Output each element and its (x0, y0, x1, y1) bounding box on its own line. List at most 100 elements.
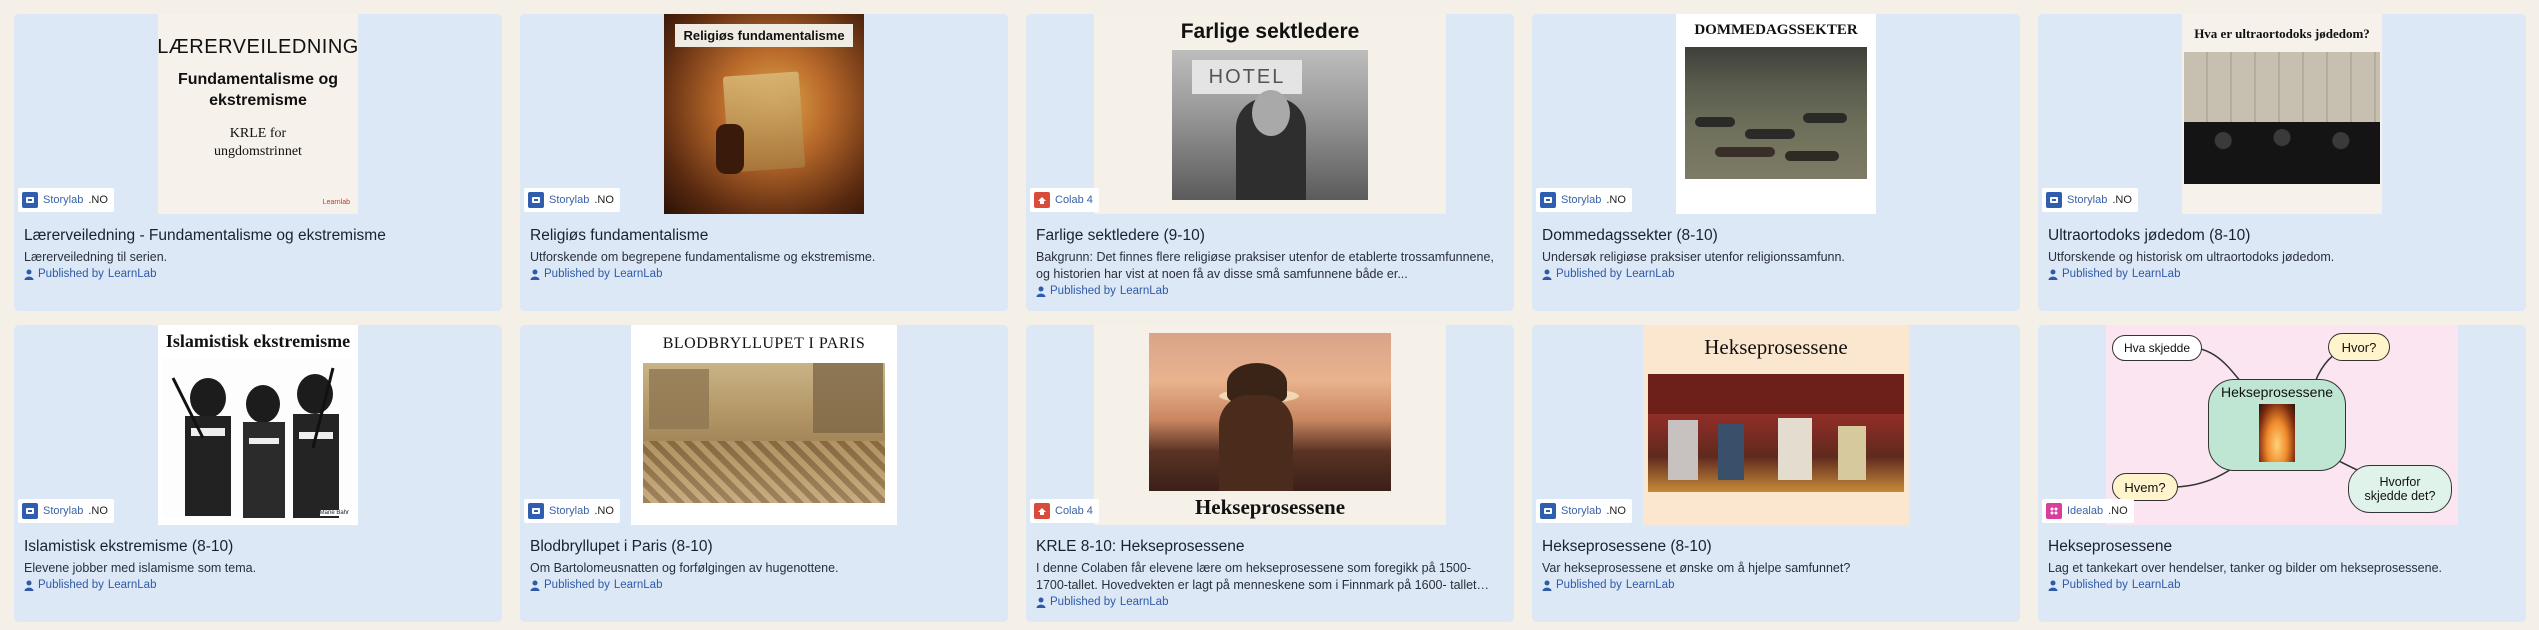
lab-lang: .NO (2108, 505, 2128, 517)
thumbnail-image: DOMMEDAGSSEKTER (1676, 14, 1876, 214)
lab-name: Storylab (1561, 194, 1602, 206)
card-thumbnail[interactable]: LÆRERVEILEDNING Fundamentalisme og ekstr… (14, 14, 502, 214)
published-prefix: Published by (1556, 579, 1622, 591)
card-description: Utforskende og historisk om ultraortodok… (2048, 250, 2335, 264)
publisher-name[interactable]: LearnLab (1626, 579, 1675, 591)
mindmap-center: Hekseprosessene (2208, 379, 2346, 471)
resource-card[interactable]: Hekseprosessene Colab 4 KRLE 8-10: Hekse… (1026, 325, 1514, 622)
publisher-name[interactable]: LearnLab (108, 579, 157, 591)
person-icon (530, 269, 540, 280)
lab-badge: Storylab .NO (2042, 188, 2138, 212)
published-by: Published by LearnLab (24, 268, 490, 280)
thumb-painting (1648, 374, 1904, 492)
publisher-name[interactable]: LearnLab (1120, 596, 1169, 608)
lab-lang: .NO (1606, 505, 1626, 517)
resource-card[interactable]: Farlige sektledere HOTEL Colab 4 Farlige… (1026, 14, 1514, 311)
thumbnail-image: Hekseprosessene (1643, 325, 1909, 525)
published-prefix: Published by (2062, 268, 2128, 280)
card-thumbnail[interactable]: Hekseprosessene Storylab .NO (1532, 325, 2020, 525)
lab-name: Storylab (549, 194, 590, 206)
publisher-name[interactable]: LearnLab (1120, 285, 1169, 297)
resource-card[interactable]: Hekseprosessene Storylab .NO Hekseproses… (1532, 325, 2020, 622)
thumb-photo (2184, 52, 2380, 184)
card-title[interactable]: Dommedagssekter (8-10) (1542, 226, 2008, 246)
card-title[interactable]: Ultraortodoks jødedom (8-10) (2048, 226, 2514, 246)
card-description: Var hekseprosessene et ønske om å hjelpe… (1542, 561, 1851, 575)
lab-badge: Storylab .NO (1536, 499, 1632, 523)
published-by: Published by LearnLab (2048, 268, 2514, 280)
publisher-name[interactable]: LearnLab (2132, 268, 2181, 280)
publisher-name[interactable]: LearnLab (2132, 579, 2181, 591)
resource-card[interactable]: BLODBRYLLUPET I PARIS Storylab .NO Blodb… (520, 325, 1008, 622)
card-thumbnail[interactable]: Hva er ultraortodoks jødedom? Storylab .… (2038, 14, 2526, 214)
card-thumbnail[interactable]: BLODBRYLLUPET I PARIS Storylab .NO (520, 325, 1008, 525)
resource-card[interactable]: Hva skjedde Hvor? Hekseprosessene Hvem? … (2038, 325, 2526, 622)
publisher-name[interactable]: LearnLab (108, 268, 157, 280)
card-title[interactable]: Hekseprosessene (2048, 537, 2514, 557)
card-title[interactable]: Lærerveiledning - Fundamentalisme og eks… (24, 226, 490, 246)
person-icon (2048, 580, 2058, 591)
lab-name: Storylab (1561, 505, 1602, 517)
publisher-name[interactable]: LearnLab (614, 579, 663, 591)
published-prefix: Published by (2062, 579, 2128, 591)
card-title[interactable]: Islamistisk ekstremisme (8-10) (24, 537, 490, 557)
storylab-icon (1540, 192, 1556, 208)
resource-card[interactable]: Hva er ultraortodoks jødedom? Storylab .… (2038, 14, 2526, 311)
publisher-name[interactable]: LearnLab (614, 268, 663, 280)
published-prefix: Published by (1050, 596, 1116, 608)
card-thumbnail[interactable]: DOMMEDAGSSEKTER Storylab .NO (1532, 14, 2020, 214)
lab-badge: Colab 4 (1030, 499, 1099, 523)
resource-card[interactable]: DOMMEDAGSSEKTER Storylab .NO Dommedagsse… (1532, 14, 2020, 311)
lab-name: Storylab (43, 505, 84, 517)
resource-card[interactable]: LÆRERVEILEDNING Fundamentalisme og ekstr… (14, 14, 502, 311)
lab-name: Idealab (2067, 505, 2104, 517)
published-prefix: Published by (38, 579, 104, 591)
mindmap-bubble: Hvor? (2328, 333, 2390, 361)
mindmap-bubble: Hva skjedde (2112, 335, 2202, 361)
thumbnail-image: Hekseprosessene (1094, 325, 1446, 525)
person-icon (1036, 286, 1046, 297)
lab-lang: .NO (594, 505, 614, 517)
card-description: Lag et tankekart over hendelser, tanker … (2048, 561, 2442, 575)
thumb-heading: LÆRERVEILEDNING (158, 36, 358, 58)
card-thumbnail[interactable]: Hekseprosessene Colab 4 (1026, 325, 1514, 525)
card-description: Om Bartolomeusnatten og forfølgingen av … (530, 561, 839, 575)
card-thumbnail[interactable]: Religiøs fundamentalisme Storylab .NO (520, 14, 1008, 214)
resource-card[interactable]: Religiøs fundamentalisme Storylab .NO Re… (520, 14, 1008, 311)
published-prefix: Published by (544, 268, 610, 280)
storylab-icon (22, 503, 38, 519)
card-title[interactable]: KRLE 8-10: Hekseprosessene (1036, 537, 1502, 557)
thumbnail-image: Farlige sektledere HOTEL (1094, 14, 1446, 214)
thumb-heading: Hekseprosessene (1194, 495, 1346, 519)
resource-card[interactable]: Islamistisk ekstremisme Marie Bahr Story… (14, 325, 502, 622)
card-title[interactable]: Religiøs fundamentalisme (530, 226, 996, 246)
lab-badge: Storylab .NO (524, 499, 620, 523)
storylab-icon (528, 503, 544, 519)
card-thumbnail[interactable]: Hva skjedde Hvor? Hekseprosessene Hvem? … (2038, 325, 2526, 525)
idealab-icon (2046, 503, 2062, 519)
lab-name: Colab 4 (1055, 505, 1093, 517)
published-prefix: Published by (1050, 285, 1116, 297)
card-title[interactable]: Blodbryllupet i Paris (8-10) (530, 537, 996, 557)
person-icon (1542, 580, 1552, 591)
published-prefix: Published by (544, 579, 610, 591)
published-by: Published by LearnLab (1036, 596, 1502, 608)
lab-name: Storylab (549, 505, 590, 517)
storylab-icon (22, 192, 38, 208)
hotel-sign-text: HOTEL (1208, 65, 1286, 88)
card-thumbnail[interactable]: Farlige sektledere HOTEL Colab 4 (1026, 14, 1514, 214)
card-description: Undersøk religiøse praksiser utenfor rel… (1542, 250, 1845, 264)
published-prefix: Published by (1556, 268, 1622, 280)
lab-badge: Storylab .NO (1536, 188, 1632, 212)
published-by: Published by LearnLab (1036, 285, 1502, 297)
thumb-photo (1685, 47, 1867, 179)
card-title[interactable]: Farlige sektledere (9-10) (1036, 226, 1502, 246)
person-face (1252, 90, 1290, 136)
card-title[interactable]: Hekseprosessene (8-10) (1542, 537, 2008, 557)
publisher-name[interactable]: LearnLab (1626, 268, 1675, 280)
card-description: Utforskende om begrepene fundamentalisme… (530, 250, 876, 264)
resource-grid: LÆRERVEILEDNING Fundamentalisme og ekstr… (14, 14, 2526, 622)
card-description: Lærerveiledning til serien. (24, 250, 168, 264)
published-by: Published by LearnLab (530, 579, 996, 591)
card-thumbnail[interactable]: Islamistisk ekstremisme Marie Bahr Story… (14, 325, 502, 525)
